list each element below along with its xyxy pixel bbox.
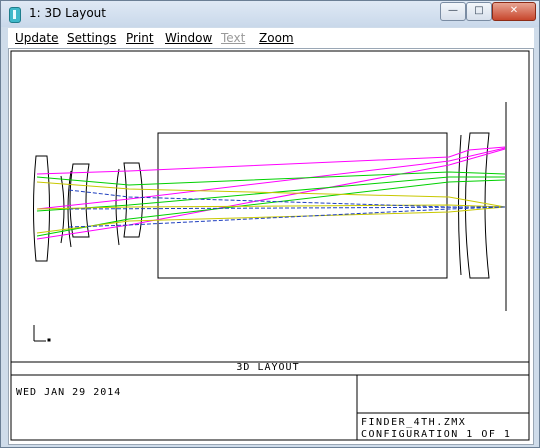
- optical-layout-drawing: [10, 50, 530, 441]
- menu-update[interactable]: Update: [15, 31, 58, 45]
- menu-bar: Update Settings Print Window Text Zoom: [8, 28, 534, 48]
- ray-field2: [36, 179, 506, 237]
- menu-window[interactable]: Window: [165, 31, 212, 45]
- menu-zoom[interactable]: Zoom: [259, 31, 294, 45]
- ray-field3: [36, 146, 506, 175]
- layout-plot-area[interactable]: 3D LAYOUT WED JAN 29 2014 FINDER_4TH.ZMX…: [8, 48, 534, 445]
- lens-element-4: [123, 162, 143, 238]
- application-window: 1: 3D Layout — □ ✕ Update Settings Print…: [0, 0, 540, 448]
- ray-fan: [36, 146, 506, 240]
- lens-filename: FINDER_4TH.ZMX: [361, 417, 467, 428]
- lens-element-2: [69, 163, 90, 238]
- plot-frame: [10, 50, 530, 441]
- maximize-button[interactable]: □: [466, 2, 492, 21]
- configuration-label: CONFIGURATION 1 OF 1: [361, 429, 512, 440]
- window-title: 1: 3D Layout: [29, 6, 106, 20]
- close-button[interactable]: ✕: [492, 2, 536, 21]
- plot-caption: 3D LAYOUT: [236, 362, 300, 373]
- plot-date: WED JAN 29 2014: [16, 387, 122, 398]
- app-icon[interactable]: [9, 7, 21, 23]
- ray-field4: [36, 206, 506, 234]
- axis-indicator-icon: [33, 325, 51, 342]
- menu-text: Text: [221, 31, 246, 45]
- menu-settings[interactable]: Settings: [67, 31, 116, 45]
- menu-print[interactable]: Print: [126, 31, 154, 45]
- title-bar[interactable]: 1: 3D Layout — □ ✕: [1, 1, 539, 27]
- minimize-button[interactable]: —: [440, 2, 466, 21]
